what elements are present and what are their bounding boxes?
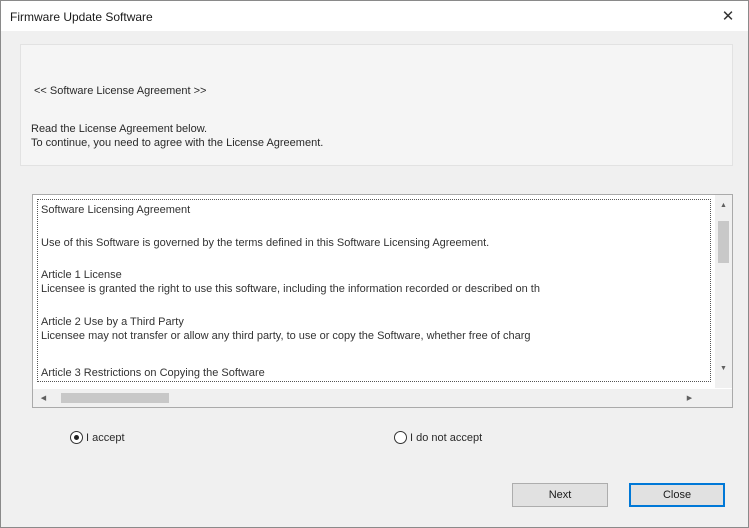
scrollbar-corner [715, 389, 732, 407]
instruction-line-2: To continue, you need to agree with the … [31, 137, 324, 149]
close-button[interactable]: Close [629, 483, 725, 507]
instruction-line-1: Read the License Agreement below. [31, 123, 208, 135]
decline-label[interactable]: I do not accept [410, 432, 482, 444]
license-line: Article 3 Restrictions on Copying the So… [41, 367, 265, 379]
next-button[interactable]: Next [512, 483, 608, 507]
decline-radio[interactable] [394, 431, 407, 444]
license-line: Licensee is granted the right to use thi… [41, 283, 540, 295]
section-heading: << Software License Agreement >> [34, 85, 207, 97]
scroll-down-icon[interactable]: ▼ [715, 360, 732, 377]
accept-radio[interactable] [70, 431, 83, 444]
license-text-box[interactable]: Software Licensing Agreement Use of this… [32, 194, 733, 408]
accept-option[interactable]: I accept [70, 431, 125, 444]
license-text-area[interactable]: Software Licensing Agreement Use of this… [37, 199, 711, 382]
license-line: Article 1 License [41, 269, 122, 281]
horizontal-scrollbar[interactable]: ◀ ▶ [33, 389, 715, 407]
license-line: Use of this Software is governed by the … [41, 237, 490, 249]
scroll-up-icon[interactable]: ▲ [715, 197, 732, 214]
scroll-left-icon[interactable]: ◀ [35, 389, 52, 407]
title-bar: Firmware Update Software ✕ [1, 1, 748, 31]
license-line: Article 2 Use by a Third Party [41, 316, 184, 328]
scroll-right-icon[interactable]: ▶ [681, 389, 698, 407]
header-panel: << Software License Agreement >> Read th… [20, 44, 733, 166]
license-dialog: Firmware Update Software ✕ << Software L… [0, 0, 749, 528]
license-line: Software Licensing Agreement [41, 204, 191, 216]
accept-label[interactable]: I accept [86, 432, 125, 444]
horizontal-scroll-thumb[interactable] [61, 393, 169, 403]
vertical-scrollbar[interactable]: ▲ ▼ [715, 195, 732, 388]
window-title: Firmware Update Software [10, 10, 153, 24]
decline-option[interactable]: I do not accept [394, 431, 482, 444]
vertical-scroll-thumb[interactable] [718, 221, 729, 263]
license-line: Licensee may not transfer or allow any t… [41, 330, 531, 342]
close-icon[interactable]: ✕ [708, 1, 748, 31]
